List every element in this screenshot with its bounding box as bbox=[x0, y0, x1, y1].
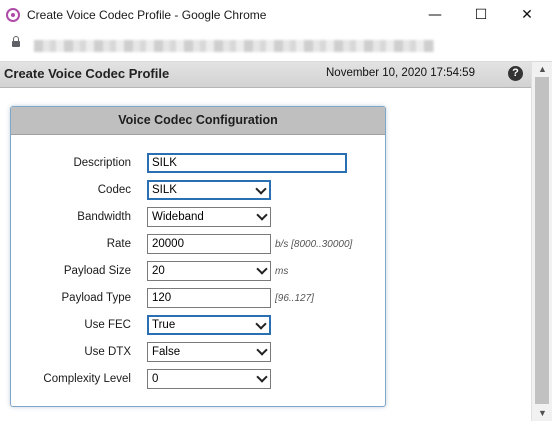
use-fec-label: Use FEC bbox=[84, 319, 131, 331]
use-dtx-value: False bbox=[152, 346, 181, 358]
use-fec-row: Use FEC True bbox=[11, 315, 385, 337]
app-icon bbox=[6, 8, 20, 22]
description-label: Description bbox=[73, 157, 131, 169]
payload-type-input[interactable]: 120 bbox=[147, 288, 271, 308]
blurred-url[interactable] bbox=[34, 40, 434, 52]
minimize-button[interactable]: — bbox=[412, 0, 458, 30]
description-row: Description SILK bbox=[11, 153, 385, 175]
chevron-down-icon bbox=[256, 263, 268, 275]
use-fec-select[interactable]: True bbox=[147, 315, 271, 335]
chevron-down-icon bbox=[256, 371, 268, 383]
codec-label: Codec bbox=[97, 184, 131, 196]
lock-icon bbox=[12, 36, 20, 47]
bandwidth-value: Wideband bbox=[152, 211, 204, 223]
vertical-scrollbar[interactable]: ▲ ▼ bbox=[531, 62, 552, 421]
help-icon[interactable]: ? bbox=[508, 66, 523, 81]
description-input[interactable]: SILK bbox=[147, 153, 347, 173]
payload-size-select[interactable]: 20 bbox=[147, 261, 271, 281]
datetime-display: November 10, 2020 17:54:59 bbox=[326, 67, 475, 79]
bandwidth-label: Bandwidth bbox=[77, 211, 131, 223]
close-button[interactable]: ✕ bbox=[504, 0, 550, 30]
complexity-level-label: Complexity Level bbox=[43, 373, 131, 385]
scroll-down-arrow-icon[interactable]: ▼ bbox=[532, 406, 552, 421]
window-title: Create Voice Codec Profile - Google Chro… bbox=[27, 8, 267, 22]
codec-row: Codec SILK bbox=[11, 180, 385, 202]
scroll-up-arrow-icon[interactable]: ▲ bbox=[532, 62, 552, 77]
maximize-button[interactable]: ☐ bbox=[458, 0, 504, 30]
payload-type-row: Payload Type 120 [96..127] bbox=[11, 288, 385, 310]
codec-select[interactable]: SILK bbox=[147, 180, 271, 200]
bandwidth-row: Bandwidth Wideband bbox=[11, 207, 385, 229]
rate-label: Rate bbox=[106, 238, 131, 250]
payload-type-hint: [96..127] bbox=[275, 293, 314, 304]
voice-codec-config-panel: Voice Codec Configuration Description SI… bbox=[10, 106, 386, 407]
chevron-down-icon bbox=[256, 344, 268, 356]
payload-type-label: Payload Type bbox=[61, 292, 131, 304]
payload-size-value: 20 bbox=[152, 265, 165, 277]
use-fec-value: True bbox=[152, 319, 176, 331]
use-dtx-select[interactable]: False bbox=[147, 342, 271, 362]
scroll-thumb[interactable] bbox=[535, 77, 549, 404]
payload-size-label: Payload Size bbox=[63, 265, 131, 277]
page-header: Create Voice Codec Profile November 10, … bbox=[0, 62, 531, 88]
payload-size-hint: ms bbox=[275, 266, 289, 277]
rate-input[interactable]: 20000 bbox=[147, 234, 271, 254]
chevron-down-icon bbox=[255, 318, 267, 330]
panel-title: Voice Codec Configuration bbox=[11, 107, 385, 135]
address-bar[interactable] bbox=[0, 32, 552, 62]
complexity-level-select[interactable]: 0 bbox=[147, 369, 271, 389]
use-dtx-row: Use DTX False bbox=[11, 342, 385, 364]
page-title: Create Voice Codec Profile bbox=[4, 66, 170, 81]
codec-value: SILK bbox=[152, 184, 177, 196]
chevron-down-icon bbox=[256, 209, 268, 221]
rate-hint: b/s [8000..30000] bbox=[275, 239, 353, 250]
bandwidth-select[interactable]: Wideband bbox=[147, 207, 271, 227]
complexity-level-value: 0 bbox=[152, 373, 159, 385]
chevron-down-icon bbox=[255, 183, 267, 195]
use-dtx-label: Use DTX bbox=[84, 346, 131, 358]
rate-row: Rate 20000 b/s [8000..30000] bbox=[11, 234, 385, 256]
payload-size-row: Payload Size 20 ms bbox=[11, 261, 385, 283]
browser-title-bar: Create Voice Codec Profile - Google Chro… bbox=[0, 0, 552, 32]
complexity-level-row: Complexity Level 0 bbox=[11, 369, 385, 391]
